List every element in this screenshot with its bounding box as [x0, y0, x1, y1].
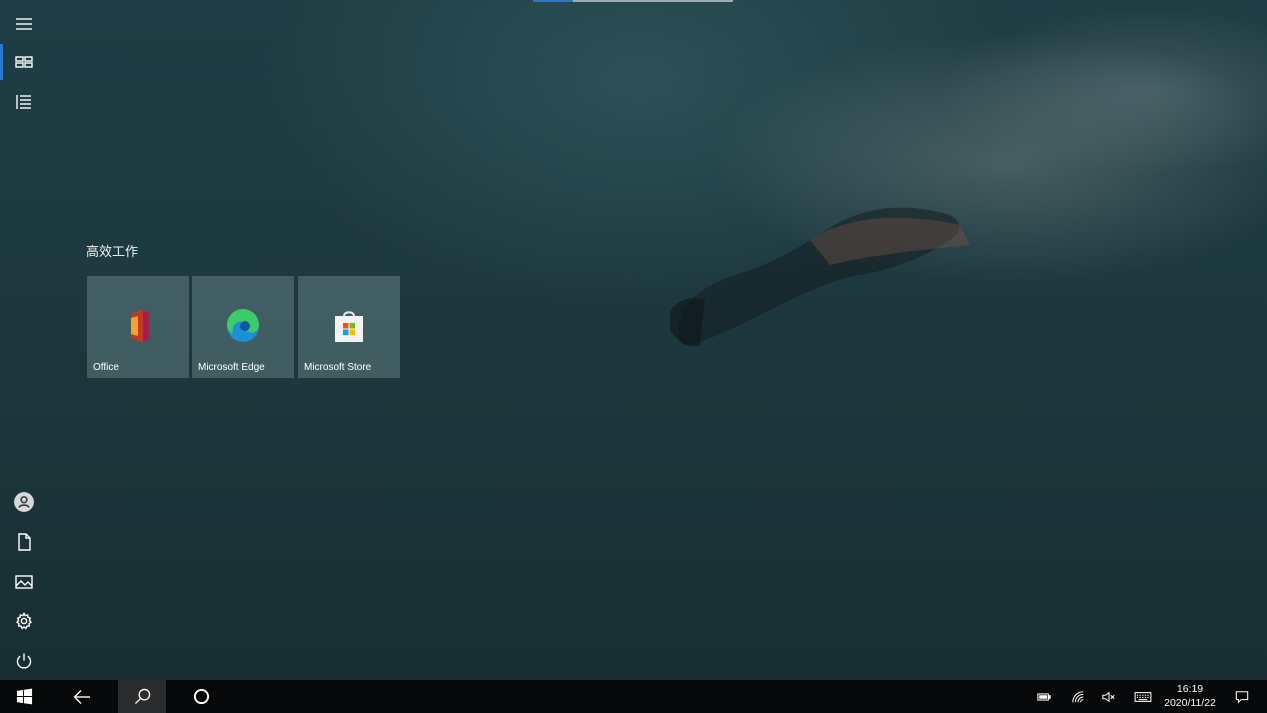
edge-tile[interactable]: Microsoft Edge	[192, 276, 294, 378]
taskbar-clock[interactable]: 16:19 2020/11/22	[1155, 682, 1225, 710]
clock-date: 2020/11/22	[1164, 697, 1216, 709]
touch-keyboard-button[interactable]	[1130, 680, 1156, 713]
list-view-icon	[16, 95, 31, 109]
tile-group-title[interactable]: 高效工作	[86, 241, 138, 260]
search-icon	[134, 688, 150, 705]
office-tile[interactable]: Office	[87, 276, 189, 378]
notification-icon	[1235, 690, 1249, 704]
start-button[interactable]	[0, 680, 48, 713]
start-left-rail	[0, 0, 48, 680]
cortana-button[interactable]	[177, 680, 225, 713]
network-icon	[1072, 690, 1084, 702]
windows-start-icon	[16, 688, 32, 705]
all-apps-button[interactable]	[0, 82, 48, 122]
clock-time: 16:19	[1176, 683, 1204, 695]
documents-button[interactable]	[0, 522, 48, 562]
loading-indicator	[533, 0, 733, 2]
expand-menu-button[interactable]	[0, 4, 48, 44]
office-tile-label: Office	[93, 362, 119, 373]
search-button[interactable]	[118, 680, 166, 713]
account-button[interactable]	[0, 482, 48, 522]
taskbar: 16:19 2020/11/22	[0, 680, 1267, 713]
user-icon	[14, 492, 34, 512]
office-icon	[131, 310, 149, 342]
volume-indicator[interactable]	[1098, 680, 1120, 713]
power-button[interactable]	[0, 641, 48, 681]
store-tile[interactable]: Microsoft Store	[298, 276, 400, 378]
edge-icon	[226, 308, 259, 342]
tiles-view-icon	[15, 56, 33, 68]
settings-button[interactable]	[0, 601, 48, 641]
power-icon	[16, 653, 32, 669]
pictures-button[interactable]	[0, 562, 48, 602]
battery-indicator[interactable]	[1033, 680, 1055, 713]
back-icon	[73, 689, 90, 704]
network-indicator[interactable]	[1067, 680, 1089, 713]
wallpaper-diver	[670, 207, 970, 347]
store-tile-label: Microsoft Store	[304, 362, 372, 373]
cortana-icon	[193, 688, 209, 705]
action-center-button[interactable]	[1230, 680, 1254, 713]
loading-indicator-accent	[533, 0, 573, 2]
store-icon	[335, 311, 363, 342]
hamburger-icon	[16, 18, 32, 30]
battery-icon	[1037, 692, 1051, 701]
edge-tile-label: Microsoft Edge	[198, 362, 265, 373]
settings-icon	[15, 612, 33, 630]
desktop: 高效工作 Office Microsoft Edge Microsoft Sto…	[0, 0, 1267, 713]
back-button[interactable]	[58, 680, 106, 713]
loading-indicator-track	[573, 0, 733, 2]
pictures-icon	[15, 575, 33, 589]
pinned-tiles-button[interactable]	[0, 42, 48, 82]
keyboard-icon	[1134, 691, 1152, 702]
documents-icon	[18, 533, 31, 551]
volume-muted-icon	[1102, 691, 1115, 702]
